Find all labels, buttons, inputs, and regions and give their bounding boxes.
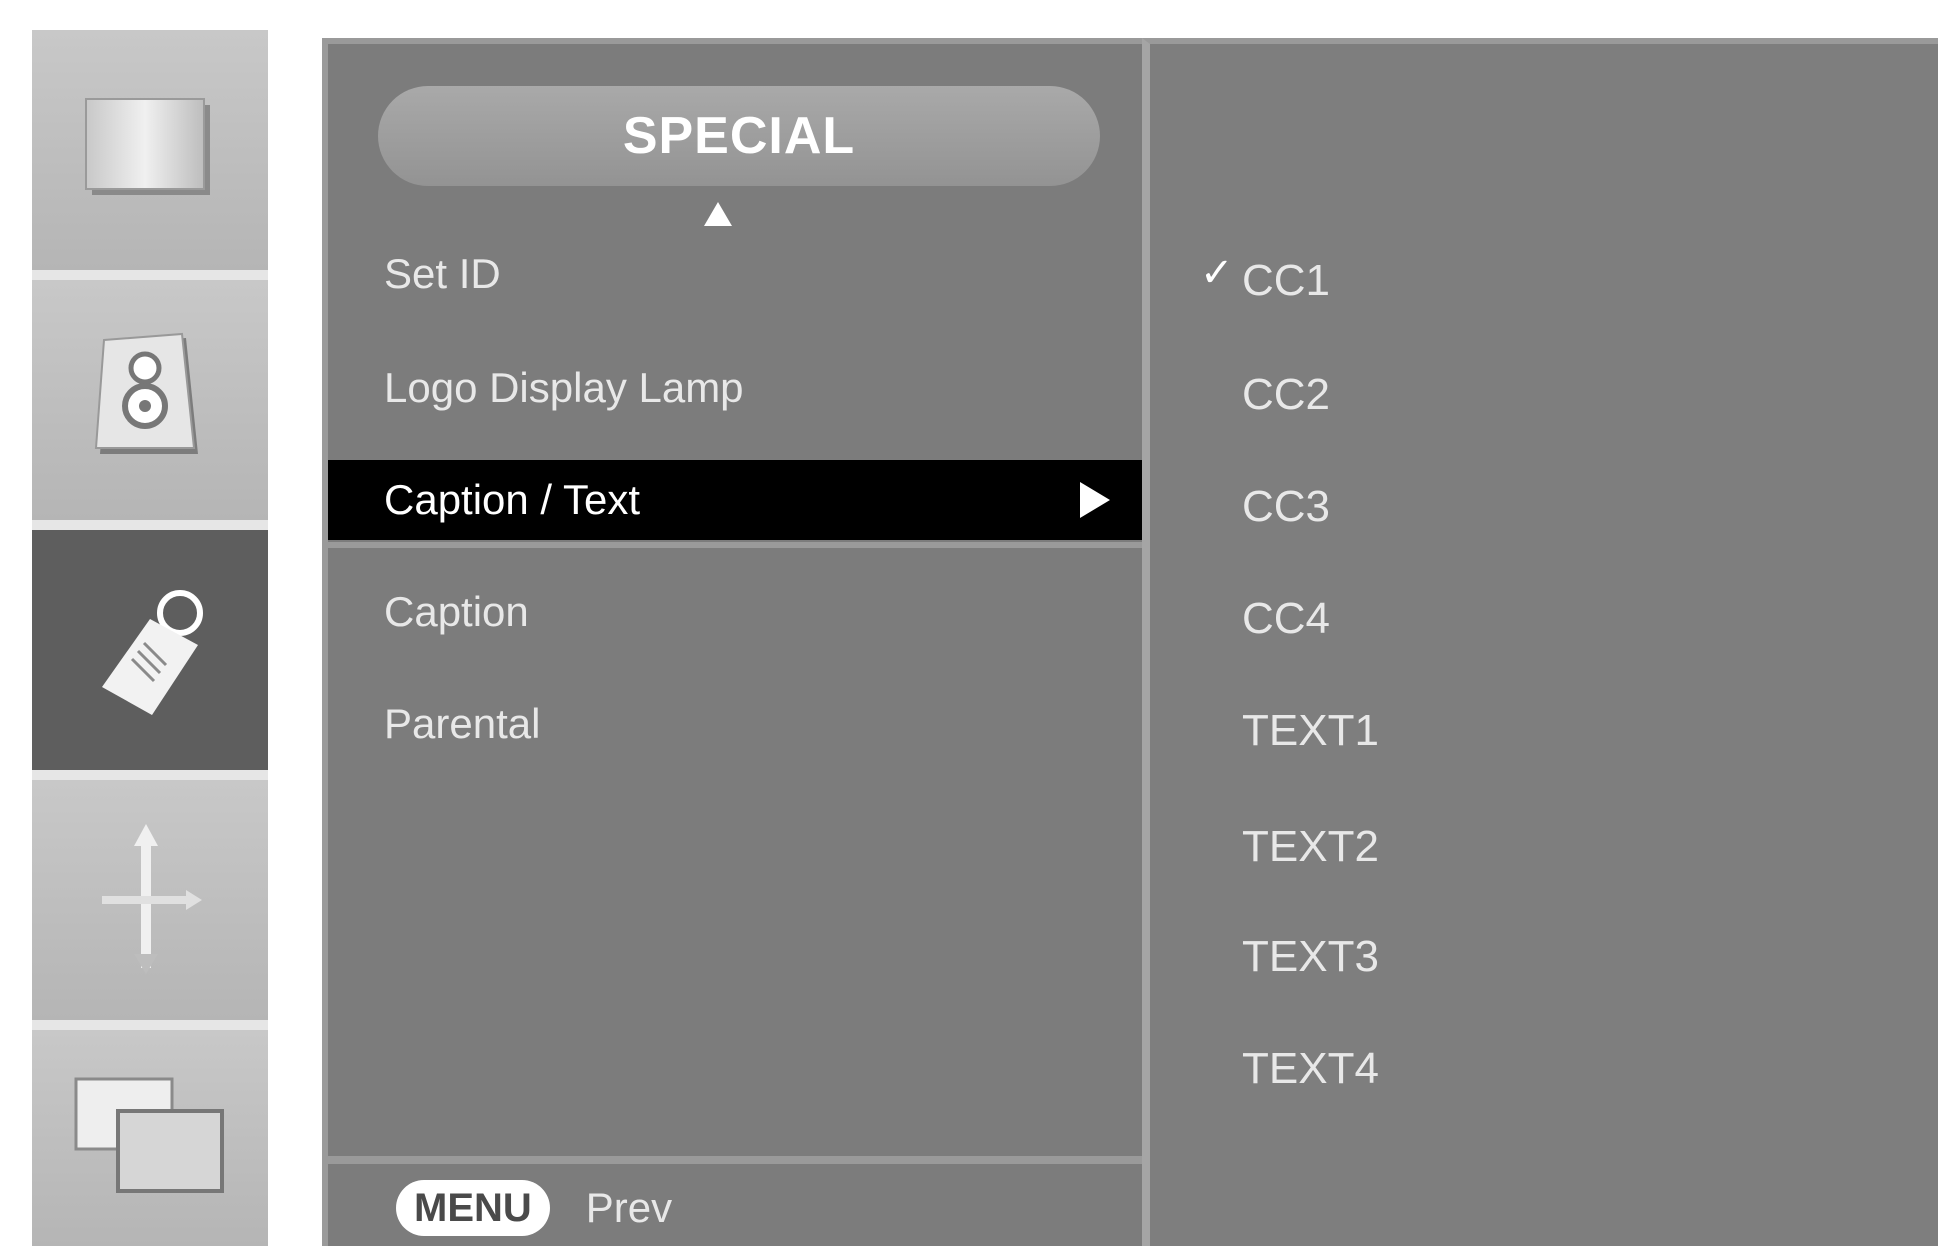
sidebar-divider <box>32 770 268 780</box>
menu-item-label: Caption <box>384 588 529 635</box>
menu-item-set-id[interactable]: Set ID <box>328 234 1142 314</box>
menu-item-parental[interactable]: Parental <box>328 684 1142 764</box>
option-cc1[interactable]: ✓ CC1 <box>1200 246 1331 316</box>
menu-item-caption-text[interactable]: Caption / Text <box>328 460 1142 540</box>
osd-screen: SPECIAL Set ID Logo Display Lamp Caption… <box>0 0 1938 1246</box>
scroll-up-arrow-icon <box>704 202 732 226</box>
sidebar-divider <box>32 270 268 280</box>
check-icon: ✓ <box>1200 251 1234 295</box>
sidebar-item-audio[interactable] <box>32 280 268 520</box>
menu-divider <box>328 542 1142 548</box>
menu-item-label: Caption / Text <box>384 476 641 523</box>
menu-item-label: Logo Display Lamp <box>384 364 744 411</box>
option-text3[interactable]: TEXT3 <box>1242 922 1379 992</box>
menu-item-caption[interactable]: Caption <box>328 572 1142 652</box>
picture-icon <box>80 93 220 208</box>
option-label: TEXT3 <box>1242 932 1379 981</box>
menu-item-label: Parental <box>384 700 541 747</box>
option-label: CC4 <box>1242 594 1331 643</box>
option-label: CC2 <box>1242 370 1331 419</box>
special-tools-icon <box>80 573 220 728</box>
footer-divider <box>328 1156 1142 1164</box>
option-text4[interactable]: TEXT4 <box>1242 1034 1379 1104</box>
option-text1[interactable]: TEXT1 <box>1242 696 1379 766</box>
caption-options-panel: ✓ CC1 CC2 CC3 CC4 TEXT1 TEXT2 TEXT3 TEXT… <box>1142 38 1938 1246</box>
option-label: CC3 <box>1242 482 1331 531</box>
sidebar-item-pip[interactable] <box>32 1030 268 1246</box>
menu-item-label: Set ID <box>384 250 501 297</box>
special-menu-panel: SPECIAL Set ID Logo Display Lamp Caption… <box>322 38 1142 1246</box>
sidebar-item-special[interactable] <box>32 530 268 770</box>
menu-button[interactable]: MENU <box>396 1180 550 1236</box>
option-cc4[interactable]: CC4 <box>1242 584 1330 654</box>
menu-title: SPECIAL <box>378 86 1100 186</box>
category-sidebar <box>32 30 268 1246</box>
sidebar-divider <box>32 520 268 530</box>
option-cc3[interactable]: CC3 <box>1242 472 1330 542</box>
submenu-arrow-icon <box>1080 482 1110 518</box>
sidebar-item-picture[interactable] <box>32 30 268 270</box>
option-cc2[interactable]: CC2 <box>1242 360 1330 430</box>
sidebar-item-screen[interactable] <box>32 780 268 1020</box>
sidebar-divider <box>32 1020 268 1030</box>
pip-icon <box>70 1071 230 1206</box>
screen-position-icon <box>90 818 210 983</box>
menu-item-logo-display-lamp[interactable]: Logo Display Lamp <box>328 348 1142 428</box>
prev-label: Prev <box>585 1184 673 1231</box>
option-label: TEXT2 <box>1242 822 1379 871</box>
option-label: CC1 <box>1242 256 1331 305</box>
speaker-icon <box>90 328 210 473</box>
option-label: TEXT1 <box>1242 706 1379 755</box>
option-label: TEXT4 <box>1242 1044 1379 1093</box>
option-text2[interactable]: TEXT2 <box>1242 812 1379 882</box>
menu-footer: MENU Prev <box>328 1164 1142 1246</box>
